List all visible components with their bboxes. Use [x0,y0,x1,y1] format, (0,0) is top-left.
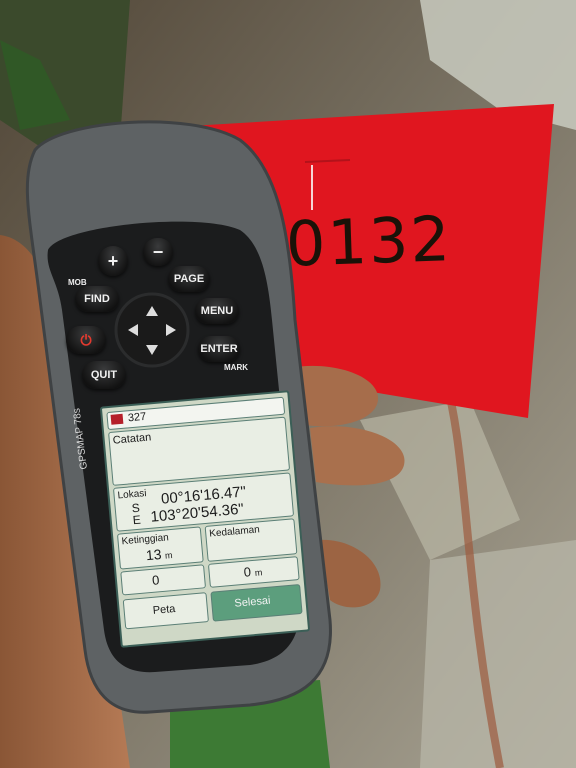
quit-button[interactable]: QUIT [82,361,126,389]
tag-number: 0132 [284,202,454,281]
page-button[interactable]: PAGE [168,266,210,292]
zoom-out-button[interactable]: − [143,238,173,266]
menu-button[interactable]: MENU [195,298,239,324]
direction-pad[interactable] [114,292,190,368]
find-button[interactable]: FIND [75,286,119,312]
power-button[interactable]: ⏻ [66,326,106,354]
zoom-in-button[interactable]: + [98,246,128,276]
enter-button[interactable]: ENTER [198,336,240,362]
power-icon: ⏻ [80,331,92,348]
